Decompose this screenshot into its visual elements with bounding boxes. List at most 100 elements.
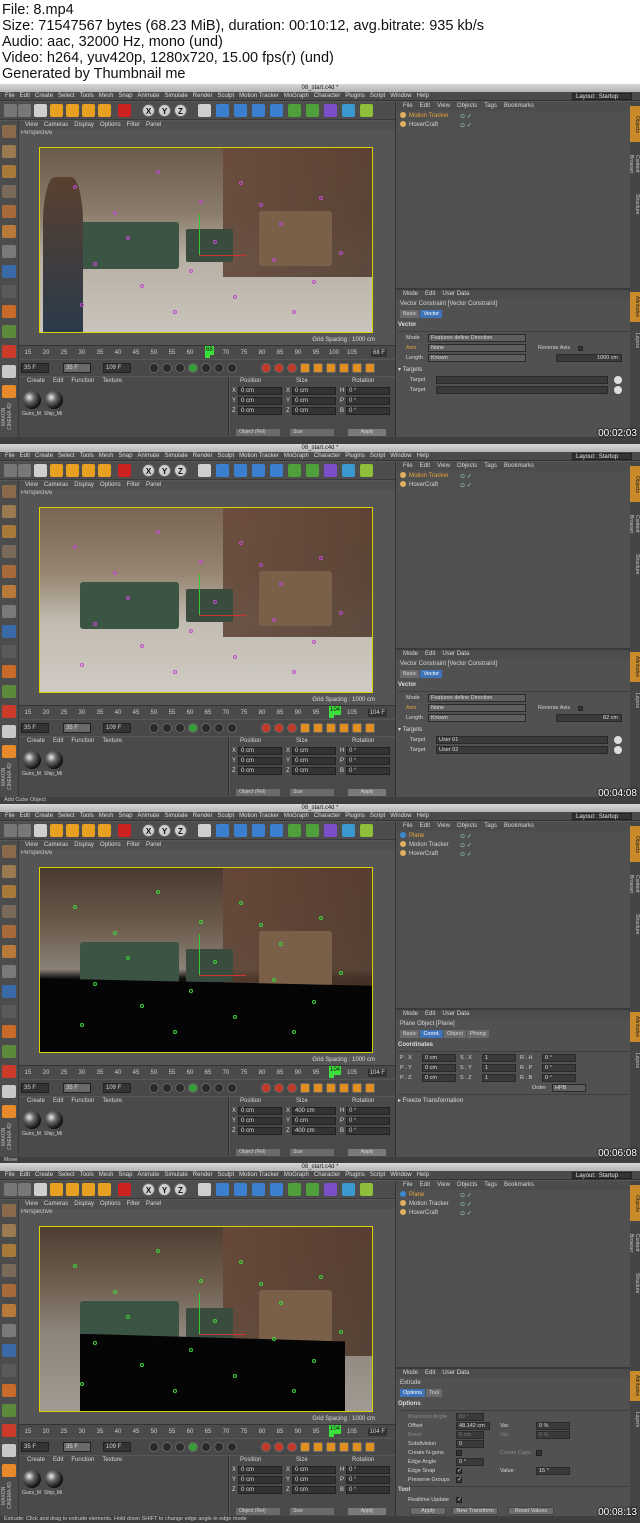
workplane-icon[interactable]: [2, 1244, 16, 1257]
render-settings-icon[interactable]: [252, 824, 265, 837]
undo-icon[interactable]: [4, 1183, 17, 1196]
enable-snap-icon[interactable]: [2, 1085, 16, 1098]
axis-y-icon[interactable]: Y: [158, 464, 171, 477]
coord-mode-dropdown[interactable]: Object (Rel): [236, 789, 280, 796]
coord-field-sz[interactable]: 0 cm: [292, 1486, 336, 1494]
array-icon[interactable]: [324, 464, 337, 477]
snap-icon[interactable]: [2, 645, 16, 658]
render-icon[interactable]: [234, 1183, 247, 1196]
menu-item-tools[interactable]: Tools: [80, 93, 94, 99]
viewport-menu-cameras[interactable]: Cameras: [44, 122, 68, 128]
menu-item-motion-tracker[interactable]: Motion Tracker: [239, 1172, 279, 1178]
autokey-icon[interactable]: [274, 363, 284, 373]
material-swatch[interactable]: [45, 751, 63, 769]
edges-mode-icon[interactable]: [2, 1284, 16, 1297]
coord-value-field[interactable]: 0 cm: [422, 1064, 456, 1072]
side-tab-layers[interactable]: Layers: [630, 326, 640, 356]
menu-item-sculpt[interactable]: Sculpt: [217, 813, 234, 819]
tag-icons[interactable]: ⊙ ✓: [460, 1201, 472, 1209]
menu-item-select[interactable]: Select: [58, 93, 75, 99]
side-tab-structure[interactable]: Structure: [630, 1265, 640, 1301]
menu-item-motion-tracker[interactable]: Motion Tracker: [239, 93, 279, 99]
target-link-field[interactable]: User 02: [436, 746, 608, 754]
object-menu-view[interactable]: View: [437, 823, 450, 829]
select-icon[interactable]: [34, 824, 47, 837]
menu-item-edit[interactable]: Edit: [20, 453, 30, 459]
scale-key-icon[interactable]: [313, 723, 323, 733]
viewport-menu-view[interactable]: View: [25, 122, 38, 128]
coord-field-py[interactable]: 0 cm: [238, 1476, 282, 1484]
parameter-key-icon[interactable]: [339, 723, 349, 733]
material-menu-texture[interactable]: Texture: [102, 738, 122, 744]
material-menu-function[interactable]: Function: [71, 1098, 94, 1104]
menu-item-create[interactable]: Create: [35, 1172, 53, 1178]
subdivision-icon[interactable]: [306, 824, 319, 837]
material-menu-texture[interactable]: Texture: [102, 1098, 122, 1104]
material-menu-function[interactable]: Function: [71, 378, 94, 384]
axis-mode-icon[interactable]: [2, 1324, 16, 1337]
object-menu-file[interactable]: File: [403, 1182, 413, 1188]
axis-dropdown[interactable]: None: [428, 344, 526, 352]
coord-field-py[interactable]: 0 cm: [238, 1117, 282, 1125]
side-tab-objects[interactable]: Objects: [630, 466, 640, 502]
attribute-menu-mode[interactable]: Mode: [403, 1011, 418, 1017]
timeline-icon[interactable]: [365, 1083, 375, 1093]
move-icon[interactable]: [50, 824, 63, 837]
coord-size-dropdown[interactable]: Size: [290, 789, 334, 796]
side-tab-structure[interactable]: Structure: [630, 186, 640, 222]
render-view-icon[interactable]: [216, 824, 229, 837]
coord-field-sy[interactable]: 0 cm: [292, 1476, 336, 1484]
menu-item-edit[interactable]: Edit: [20, 1172, 30, 1178]
menu-item-simulate[interactable]: Simulate: [164, 453, 187, 459]
material-swatch[interactable]: [23, 1470, 41, 1488]
side-tab-objects[interactable]: Objects: [630, 826, 640, 862]
menu-item-edit[interactable]: Edit: [20, 93, 30, 99]
target-pick-icon[interactable]: [614, 386, 622, 394]
next-key-icon[interactable]: [214, 1442, 224, 1452]
coord-field-px[interactable]: 0 cm: [238, 747, 282, 755]
viewport-menu-filter[interactable]: Filter: [127, 482, 140, 488]
tab-options[interactable]: Options: [400, 1389, 425, 1397]
live-select-icon[interactable]: [118, 464, 131, 477]
render-icon[interactable]: [234, 104, 247, 117]
object-menu-objects[interactable]: Objects: [457, 1182, 477, 1188]
start-frame-field[interactable]: 35 F: [21, 1083, 49, 1093]
menu-item-mesh[interactable]: Mesh: [99, 813, 114, 819]
material-swatch[interactable]: [23, 751, 41, 769]
rotate-icon[interactable]: [82, 824, 95, 837]
coord-value-field[interactable]: 1: [482, 1074, 516, 1082]
side-tab-attributes[interactable]: Attributes: [630, 292, 640, 322]
object-menu-edit[interactable]: Edit: [420, 103, 430, 109]
menu-item-animate[interactable]: Animate: [137, 93, 159, 99]
undo-icon[interactable]: [4, 464, 17, 477]
world-icon[interactable]: [198, 824, 211, 837]
position-key-icon[interactable]: [300, 1442, 310, 1452]
menu-item-window[interactable]: Window: [390, 813, 411, 819]
menu-item-window[interactable]: Window: [390, 1172, 411, 1178]
side-tab-layers[interactable]: Layers: [630, 1046, 640, 1076]
menu-item-simulate[interactable]: Simulate: [164, 93, 187, 99]
move-icon[interactable]: [50, 104, 63, 117]
object-row[interactable]: HoverCraft ⊙ ✓: [400, 481, 472, 489]
coord-field-pz[interactable]: 0 cm: [238, 407, 282, 415]
scale-icon[interactable]: [66, 1183, 79, 1196]
attribute-menu-edit[interactable]: Edit: [425, 291, 435, 297]
reverse-axis-checkbox[interactable]: [578, 706, 583, 711]
material-swatch[interactable]: [45, 1111, 63, 1129]
menu-item-character[interactable]: Character: [314, 1172, 340, 1178]
side-tab-attributes[interactable]: Attributes: [630, 1012, 640, 1042]
coord-field-rh[interactable]: 0 °: [346, 747, 390, 755]
offset-var-field[interactable]: 0 %: [536, 1422, 570, 1430]
tag-icons[interactable]: ⊙ ✓: [460, 122, 472, 130]
tab-vector[interactable]: Vector: [420, 310, 443, 318]
menu-item-render[interactable]: Render: [193, 93, 213, 99]
side-tab-structure[interactable]: Structure: [630, 546, 640, 582]
viewport-menu-cameras[interactable]: Cameras: [44, 1201, 68, 1207]
attribute-menu-edit[interactable]: Edit: [425, 1370, 435, 1376]
axis-mode-icon[interactable]: [2, 965, 16, 978]
world-icon[interactable]: [198, 464, 211, 477]
coord-field-rb[interactable]: 0 °: [346, 407, 390, 415]
edges-mode-icon[interactable]: [2, 925, 16, 938]
tab-basic[interactable]: Basic: [400, 670, 420, 678]
play-icon[interactable]: [188, 1442, 198, 1452]
